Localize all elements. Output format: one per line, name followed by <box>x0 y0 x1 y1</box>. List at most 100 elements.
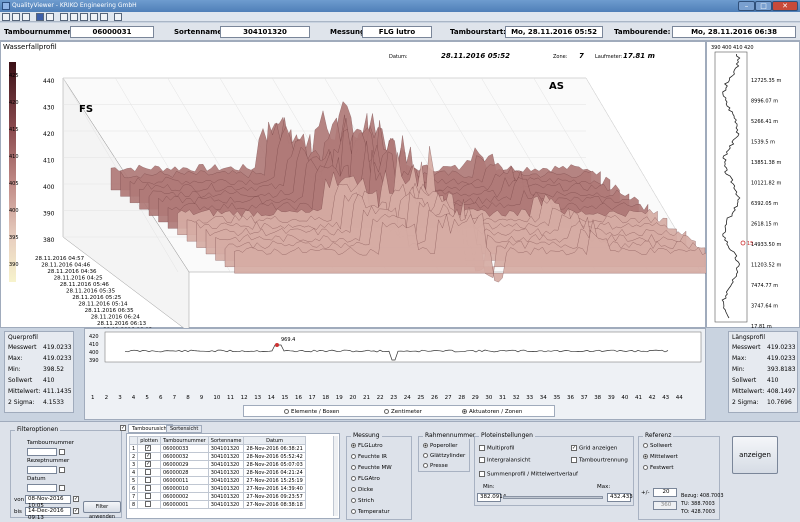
rahmen-option[interactable]: Poperoller <box>423 443 458 449</box>
side-x-tick: 410 <box>733 45 743 51</box>
min-input[interactable]: 382.0914 <box>477 493 506 502</box>
filter-datum-input[interactable] <box>27 484 57 492</box>
trennung-check[interactable]: Tambourtrennung <box>571 457 628 464</box>
referenz-box: Referenz Sollwert Mittelwert Festwert +/- … <box>638 432 724 520</box>
profile-x-tick: 23 <box>390 395 397 399</box>
row-index: 6 <box>128 484 139 493</box>
plot-settings-box: Ploteinstellungen Multiprofil ✓ Grid anze… <box>474 432 634 506</box>
row-sorte: 304101320 <box>207 460 245 469</box>
filter-von-check[interactable]: ✓ <box>73 496 79 502</box>
anzeigen-button[interactable]: anzeigen <box>732 436 778 474</box>
table-row[interactable]: 5 06000011 304101320 27-Nov-2016 15:25:19 <box>128 476 306 485</box>
filter-apply-button[interactable]: Filter anwenden <box>83 501 121 520</box>
row-plot-check[interactable]: ✓ <box>137 460 161 469</box>
referenz-option[interactable]: Festwert <box>643 465 674 471</box>
stat-value: 410 <box>43 377 55 384</box>
rahmen-option[interactable]: Presse <box>423 463 448 469</box>
tambour-table: plotten Tambournummer Sortenname Datum 1 ✓ 06… <box>128 436 306 509</box>
row-tambour: 06000028 <box>159 468 209 477</box>
table-row[interactable]: 4 06000028 304101320 28-Nov-2016 04:21:24 <box>128 468 306 477</box>
row-plot-check[interactable] <box>137 492 161 501</box>
profile-x-tick: 38 <box>594 395 601 399</box>
row-plot-check[interactable]: ✓ <box>137 452 161 461</box>
messung-option[interactable]: Feuchte IR <box>351 454 387 460</box>
radio-zentimeter[interactable]: Zentimeter <box>384 409 422 415</box>
filter-tambour-check[interactable] <box>59 449 65 455</box>
integral-check[interactable]: Intergralansicht <box>479 457 530 464</box>
row-tambour: 06000011 <box>159 476 209 485</box>
profile-marker-label: 969.4 <box>281 337 295 343</box>
messung-option[interactable]: Dicke <box>351 487 373 493</box>
row-plot-check[interactable] <box>137 484 161 493</box>
filter-bis-check[interactable]: ✓ <box>73 508 79 514</box>
close-button[interactable]: ✕ <box>772 1 798 11</box>
side-x-tick: 390 <box>711 45 721 51</box>
profile-x-tick: 37 <box>581 395 588 399</box>
zoom-out-icon[interactable] <box>70 13 78 21</box>
radio-aktuatoren[interactable]: Aktuatoren / Zonen <box>462 409 522 415</box>
filter-rezept-input[interactable] <box>27 466 57 474</box>
messung-option[interactable]: Feuchte MW <box>351 465 392 471</box>
table-scrollbar[interactable] <box>333 436 338 516</box>
multiprofil-check[interactable]: Multiprofil <box>479 445 514 452</box>
zoom-in-icon[interactable] <box>60 13 68 21</box>
row-sorte: 304101320 <box>207 468 245 477</box>
row-plot-check[interactable]: ✓ <box>137 444 161 453</box>
col-plotten: plotten <box>137 436 161 445</box>
range-slider[interactable] <box>503 496 603 499</box>
datacursor-icon[interactable] <box>100 13 108 21</box>
tab-sorte[interactable]: Sortensicht <box>166 425 203 433</box>
profile-x-tick: 9 <box>200 395 204 399</box>
minimize-button[interactable]: – <box>738 1 755 11</box>
messung-option[interactable]: FLGAtro <box>351 476 380 482</box>
pm-input[interactable]: 20 <box>653 488 677 497</box>
table-row[interactable]: 6 06000010 304101320 27-Nov-2016 14:39:40 <box>128 484 306 493</box>
settings-icon[interactable] <box>2 13 10 21</box>
rotate-icon[interactable] <box>90 13 98 21</box>
filter-datum-label: Datum <box>27 476 46 482</box>
max-input[interactable]: 432.433 <box>607 493 633 502</box>
radio-elemente[interactable]: Elemente / Boxen <box>284 409 339 415</box>
stat-value: 398.52 <box>43 366 64 373</box>
table-row[interactable]: 3 ✓ 06000029 304101320 28-Nov-2016 05:07:03 <box>128 460 306 469</box>
table-row[interactable]: 7 06000002 304101320 27-Nov-2016 09:23:57 <box>128 492 306 501</box>
profile-x-tick: 43 <box>662 395 669 399</box>
filter-tambour-input[interactable] <box>27 448 57 456</box>
print-icon[interactable] <box>46 13 54 21</box>
table-row[interactable]: 2 ✓ 06000032 304101320 28-Nov-2016 05:52:42 <box>128 452 306 461</box>
row-plot-check[interactable] <box>137 468 161 477</box>
messung-option[interactable]: Strich <box>351 498 374 504</box>
row-datum: 27-Nov-2016 09:23:57 <box>243 492 306 501</box>
table-select-all-check[interactable]: ✓ <box>120 425 126 431</box>
grid-check[interactable]: ✓ Grid anzeigen <box>571 445 617 452</box>
sortenname-value: 304101320 <box>220 26 310 38</box>
export-icon[interactable] <box>114 13 122 21</box>
messung-option[interactable]: FLGLutro <box>351 443 383 449</box>
filter-datum-check[interactable] <box>59 485 65 491</box>
referenz-option[interactable]: Sollwert <box>643 443 672 449</box>
profile-x-tick: 17 <box>309 395 316 399</box>
side-y-tick: 1539.5 m <box>751 140 775 146</box>
row-plot-check[interactable] <box>137 500 161 509</box>
rahmen-option[interactable]: Glättzylinder <box>423 453 465 459</box>
table-row[interactable]: 8 06000001 304101320 27-Nov-2016 08:38:18 <box>128 500 306 509</box>
filter-bis-input[interactable]: 14-Dec-2016 09:13 <box>25 507 71 521</box>
pan-icon[interactable] <box>80 13 88 21</box>
filter-rezept-check[interactable] <box>59 467 65 473</box>
row-sorte: 304101320 <box>207 444 245 453</box>
stat-label: Mittelwert: <box>8 388 41 395</box>
referenz-option[interactable]: Mittelwert <box>643 454 678 460</box>
save-icon[interactable] <box>36 13 44 21</box>
messung-option[interactable]: Temperatur <box>351 509 390 515</box>
festwert-input[interactable]: 360 <box>653 501 677 510</box>
row-plot-check[interactable] <box>137 476 161 485</box>
table-row[interactable]: 1 ✓ 06000033 304101320 28-Nov-2016 06:38:21 <box>128 444 306 453</box>
summen-check[interactable]: Summenprofil / Mittelwertverlauf <box>479 471 578 478</box>
profile-x-tick: 34 <box>540 395 547 399</box>
filter-von-input[interactable]: 08-Nov-2016 10:05 <box>25 495 71 509</box>
list-icon[interactable] <box>22 13 30 21</box>
side-y-tick: 8996.07 m <box>751 99 778 105</box>
unit-radio-group: Elemente / Boxen Zentimeter Aktuatoren /… <box>243 405 555 417</box>
maximize-button[interactable]: □ <box>755 1 772 11</box>
sort-icon[interactable] <box>12 13 20 21</box>
